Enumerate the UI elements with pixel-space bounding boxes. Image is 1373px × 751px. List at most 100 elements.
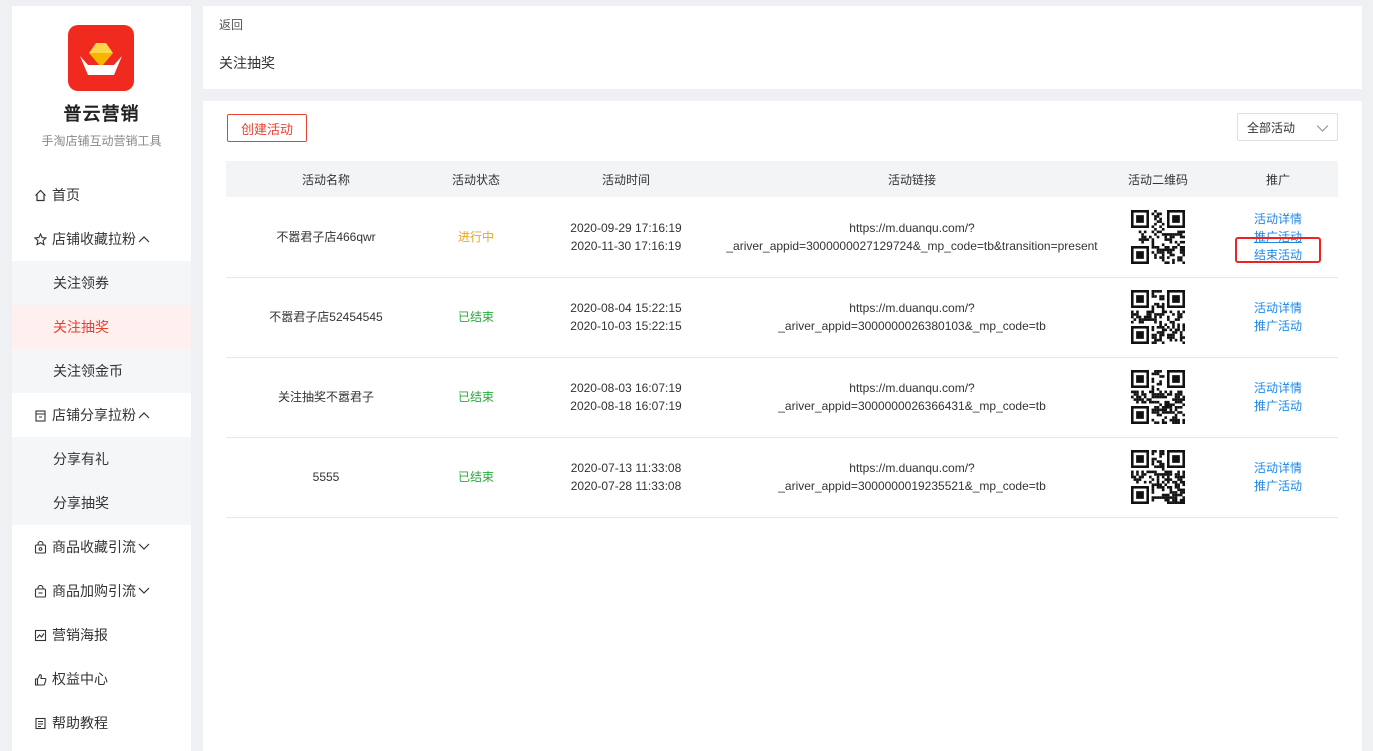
end-time: 2020-10-03 15:22:15 <box>570 319 682 333</box>
sidebar-item-label: 分享抽奖 <box>53 495 109 511</box>
table-header-row: 活动名称 活动状态 活动时间 活动链接 活动二维码 推广 <box>226 161 1338 197</box>
status-badge: 进行中 <box>426 197 526 278</box>
sidebar-item-shop-favorite[interactable]: 店铺收藏拉粉 <box>12 217 191 261</box>
sidebar: 普云营销 手淘店铺互动营销工具 首页 店铺收藏拉粉 关注领券 关注抽奖 关注领金… <box>12 6 191 751</box>
chevron-up-icon <box>138 235 150 243</box>
activity-link: https://m.duanqu.com/? _ariver_appid=3000… <box>726 357 1098 438</box>
sidebar-item-product-favorite[interactable]: 商品收藏引流 <box>12 525 191 569</box>
column-header: 活动链接 <box>726 161 1098 197</box>
status-badge: 已结束 <box>426 437 526 518</box>
activity-link: https://m.duanqu.com/? _ariver_appid=3000… <box>726 437 1098 518</box>
sidebar-item-poster[interactable]: 营销海报 <box>12 613 191 657</box>
link-line: https://m.duanqu.com/? <box>849 220 975 235</box>
poster-icon <box>33 628 47 642</box>
page-title: 关注抽奖 <box>219 55 275 71</box>
star-icon <box>33 232 47 246</box>
home-icon <box>33 188 47 202</box>
qr-cell <box>1098 437 1218 518</box>
qr-code-icon[interactable] <box>1131 290 1185 344</box>
sidebar-item-follow-coin[interactable]: 关注领金币 <box>12 349 191 393</box>
column-header: 活动名称 <box>226 161 426 197</box>
link-line: https://m.duanqu.com/? <box>849 461 975 475</box>
brand-logo <box>68 25 134 91</box>
chevron-down-icon <box>138 587 150 595</box>
status-badge: 已结束 <box>426 357 526 438</box>
table-row: 关注抽奖不嚣君子 已结束 2020-08-03 16:07:19 2020-08-… <box>226 357 1338 438</box>
promote-activity-link[interactable]: 推广活动 <box>1218 477 1338 495</box>
create-activity-button[interactable]: 创建活动 <box>227 114 307 142</box>
doc-icon <box>33 716 47 730</box>
filter-selected-value: 全部活动 <box>1247 120 1296 135</box>
activity-time: 2020-09-29 17:16:19 2020-11-30 17:16:19 <box>526 197 726 278</box>
table-row: 5555 已结束 2020-07-13 11:33:08 2020-07-28 1… <box>226 437 1338 518</box>
sidebar-item-label: 营销海报 <box>52 627 108 643</box>
activity-time: 2020-07-13 11:33:08 2020-07-28 11:33:08 <box>526 437 726 518</box>
chevron-down-icon <box>1316 122 1329 136</box>
sidebar-item-share-gift[interactable]: 分享有礼 <box>12 437 191 481</box>
ops-cell: 活动详情 推广活动 <box>1218 437 1338 518</box>
qr-code-icon[interactable] <box>1131 370 1185 424</box>
sidebar-item-label: 商品收藏引流 <box>52 539 136 555</box>
start-time: 2020-08-04 15:22:15 <box>570 301 682 315</box>
sidebar-item-label: 关注领券 <box>53 275 109 291</box>
sidebar-item-benefits[interactable]: 权益中心 <box>12 657 191 701</box>
end-activity-link[interactable]: 结束活动 <box>1254 246 1302 264</box>
qr-code-icon[interactable] <box>1131 450 1185 504</box>
activity-link: https://m.duanqu.com/? _ariver_appid=3000… <box>726 197 1098 278</box>
qr-cell <box>1098 277 1218 358</box>
activity-name: 关注抽奖不嚣君子 <box>226 357 426 438</box>
qr-code-icon[interactable] <box>1131 209 1185 264</box>
sidebar-item-label: 权益中心 <box>52 671 108 687</box>
start-time: 2020-07-13 11:33:08 <box>570 461 682 475</box>
activity-name: 不嚣君子店52454545 <box>226 277 426 358</box>
link-line: _ariver_appid=3000000027129724&_mp_code=… <box>726 238 1098 253</box>
column-header: 活动时间 <box>526 161 726 197</box>
brand-name: 普云营销 <box>63 104 140 124</box>
chevron-up-icon <box>138 411 150 419</box>
sidebar-item-follow-coupon[interactable]: 关注领券 <box>12 261 191 305</box>
brand-slogan: 手淘店铺互动营销工具 <box>41 134 162 148</box>
activity-detail-link[interactable]: 活动详情 <box>1218 299 1338 317</box>
sidebar-item-label: 帮助教程 <box>52 715 108 731</box>
activity-name: 不嚣君子店466qwr <box>226 197 426 278</box>
column-header: 推广 <box>1218 161 1338 197</box>
thumb-icon <box>33 672 47 686</box>
activity-name: 5555 <box>226 437 426 518</box>
promote-activity-link[interactable]: 推广活动 <box>1218 397 1338 415</box>
chevron-down-icon <box>138 543 150 551</box>
activity-filter-select[interactable]: 全部活动 <box>1237 113 1338 141</box>
sidebar-item-home[interactable]: 首页 <box>12 173 191 217</box>
activity-time: 2020-08-03 16:07:19 2020-08-18 16:07:19 <box>526 357 726 438</box>
bag-icon <box>33 540 47 554</box>
sidebar-item-help[interactable]: 帮助教程 <box>12 701 191 745</box>
link-line: _ariver_appid=3000000026380103&_mp_code=… <box>778 319 1046 333</box>
page-header: 返回 关注抽奖 <box>203 6 1362 89</box>
sidebar-item-product-cart[interactable]: 商品加购引流 <box>12 569 191 613</box>
promote-activity-link[interactable]: 推广活动 <box>1218 317 1338 335</box>
ops-cell: 活动详情 推广活动 <box>1218 357 1338 438</box>
back-link[interactable]: 返回 <box>219 16 243 33</box>
sidebar-item-shop-share[interactable]: 店铺分享拉粉 <box>12 393 191 437</box>
activity-link: https://m.duanqu.com/? _ariver_appid=3000… <box>726 277 1098 358</box>
column-header: 活动二维码 <box>1098 161 1218 197</box>
link-line: _ariver_appid=3000000019235521&_mp_code=… <box>778 479 1046 493</box>
promote-activity-link[interactable]: 推广活动 <box>1254 228 1302 246</box>
qr-cell <box>1098 357 1218 438</box>
shop-icon <box>33 408 47 422</box>
ops-cell: 活动详情 推广活动 结束活动 <box>1218 197 1338 278</box>
sidebar-item-follow-lottery[interactable]: 关注抽奖 <box>12 305 191 349</box>
qr-cell <box>1098 197 1218 278</box>
activity-detail-link[interactable]: 活动详情 <box>1218 379 1338 397</box>
end-time: 2020-11-30 17:16:19 <box>570 238 682 253</box>
sidebar-item-share-lottery[interactable]: 分享抽奖 <box>12 481 191 525</box>
activity-detail-link[interactable]: 活动详情 <box>1254 210 1302 228</box>
link-line: https://m.duanqu.com/? <box>849 301 975 315</box>
sidebar-item-label: 分享有礼 <box>53 451 109 467</box>
end-time: 2020-08-18 16:07:19 <box>570 399 682 413</box>
start-time: 2020-09-29 17:16:19 <box>570 220 682 235</box>
sidebar-item-label: 商品加购引流 <box>52 583 136 599</box>
activity-detail-link[interactable]: 活动详情 <box>1218 459 1338 477</box>
start-time: 2020-08-03 16:07:19 <box>570 381 682 395</box>
column-header: 活动状态 <box>426 161 526 197</box>
sidebar-nav: 首页 店铺收藏拉粉 关注领券 关注抽奖 关注领金币 店铺分享拉粉 分享有礼 分享… <box>12 173 191 745</box>
